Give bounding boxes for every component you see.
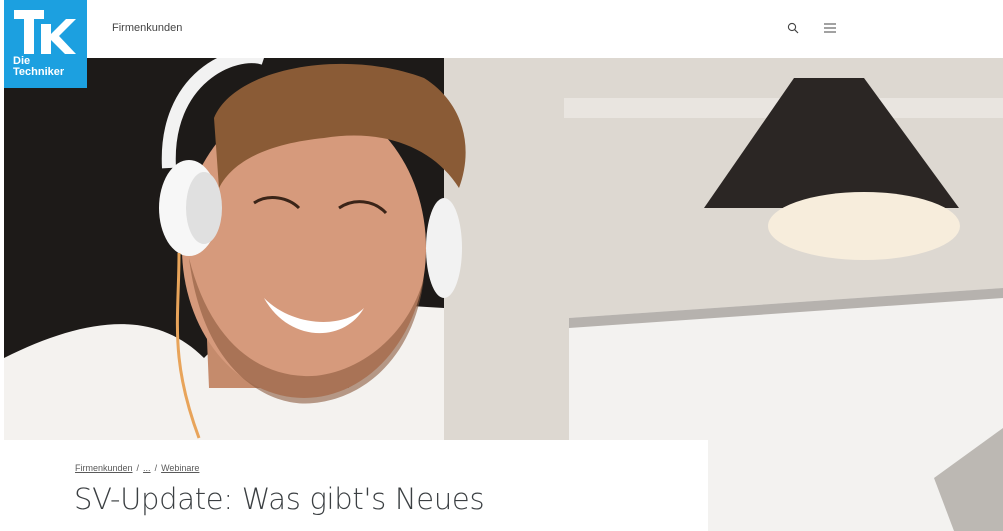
breadcrumb-item-ellipsis[interactable]: ... (143, 463, 151, 473)
tk-logo-mark (14, 10, 76, 54)
content-card: Firmenkunden / ... / Webinare SV-Update:… (4, 440, 708, 531)
site-header: Die Techniker Firmenkunden (0, 0, 1003, 88)
search-button[interactable] (781, 16, 805, 40)
breadcrumb-item-webinare[interactable]: Webinare (161, 463, 199, 473)
breadcrumb-separator: / (154, 463, 158, 473)
logo-line-2: Techniker (13, 66, 65, 78)
tk-logo[interactable]: Die Techniker (4, 0, 87, 88)
page-title: SV-Update: Was gibt's Neues (74, 482, 485, 516)
breadcrumb-item-firmenkunden[interactable]: Firmenkunden (75, 463, 133, 473)
menu-icon (824, 23, 836, 33)
logo-wordmark: Die Techniker (13, 56, 64, 78)
breadcrumb: Firmenkunden / ... / Webinare (75, 463, 199, 473)
search-icon (787, 22, 799, 34)
breadcrumb-separator: / (136, 463, 140, 473)
menu-button[interactable] (818, 16, 842, 40)
nav-link-firmenkunden[interactable]: Firmenkunden (112, 22, 182, 34)
